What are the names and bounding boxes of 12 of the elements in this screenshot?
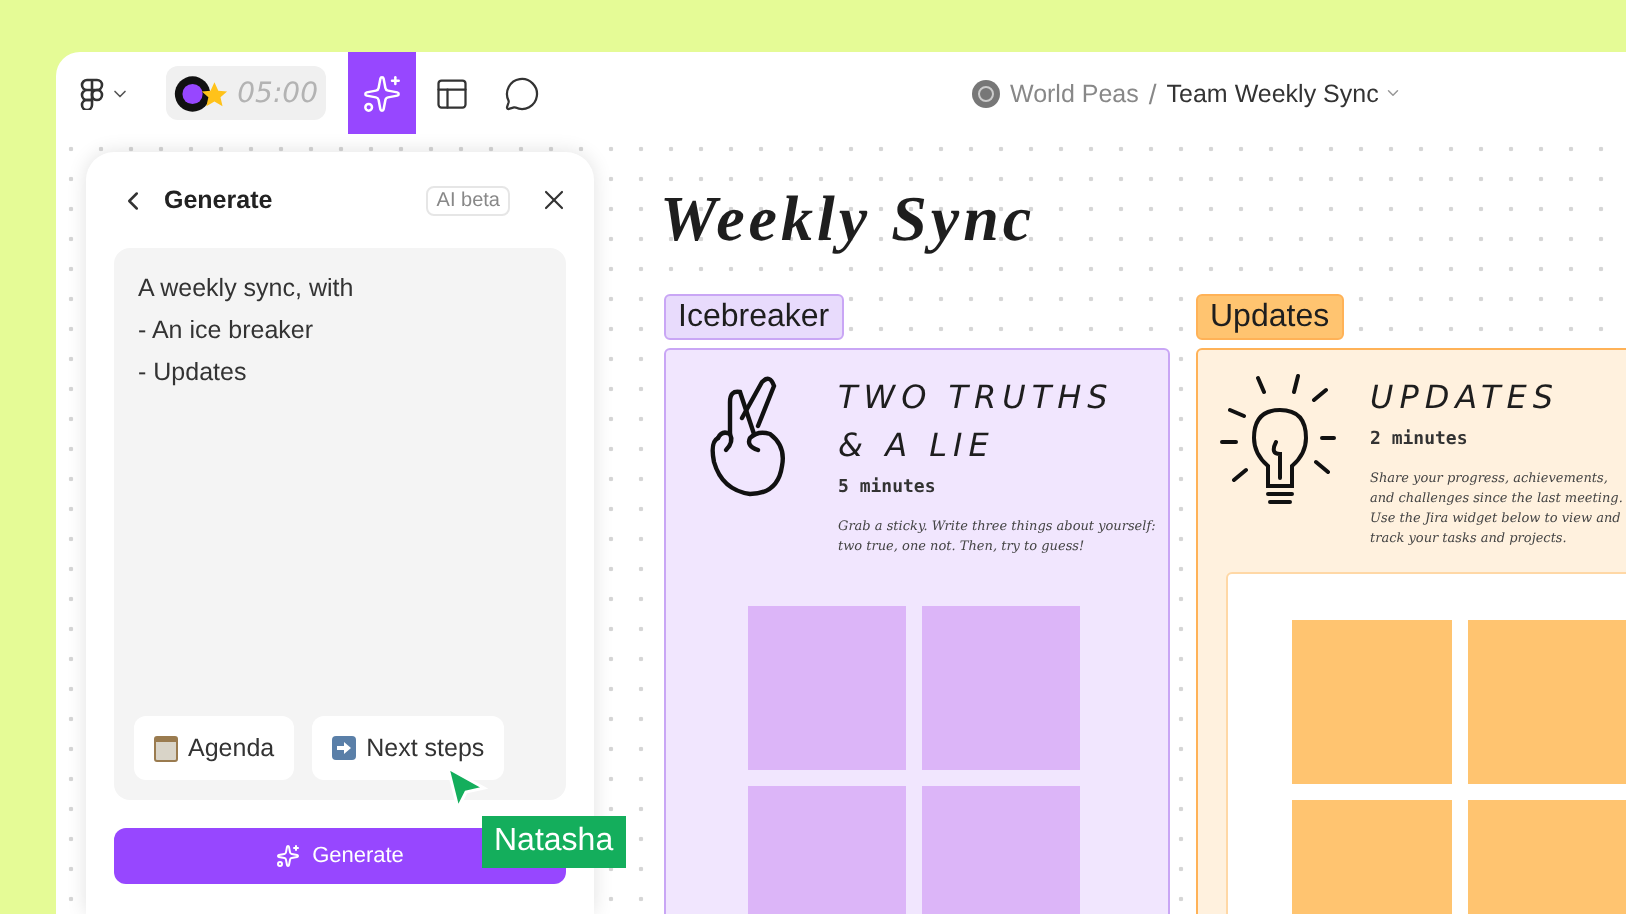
cursor-name-tooltip: Natasha — [482, 816, 626, 868]
breadcrumb-separator: / — [1148, 77, 1157, 109]
section-label: Updates — [1196, 294, 1344, 340]
duration-text: 5 minutes — [838, 478, 938, 498]
team-name: World Peas — [1010, 79, 1139, 107]
card-title: UPDATES — [1370, 376, 1561, 420]
section-label: Icebreaker — [664, 294, 844, 340]
board-title: Weekly Sync — [660, 182, 1036, 256]
ai-beta-badge: AI beta — [426, 185, 510, 215]
card-title: TWO TRUTHS & A LIE — [838, 376, 1116, 468]
panel-title: Generate — [164, 186, 275, 214]
duration-text: 2 minutes — [1370, 430, 1470, 450]
